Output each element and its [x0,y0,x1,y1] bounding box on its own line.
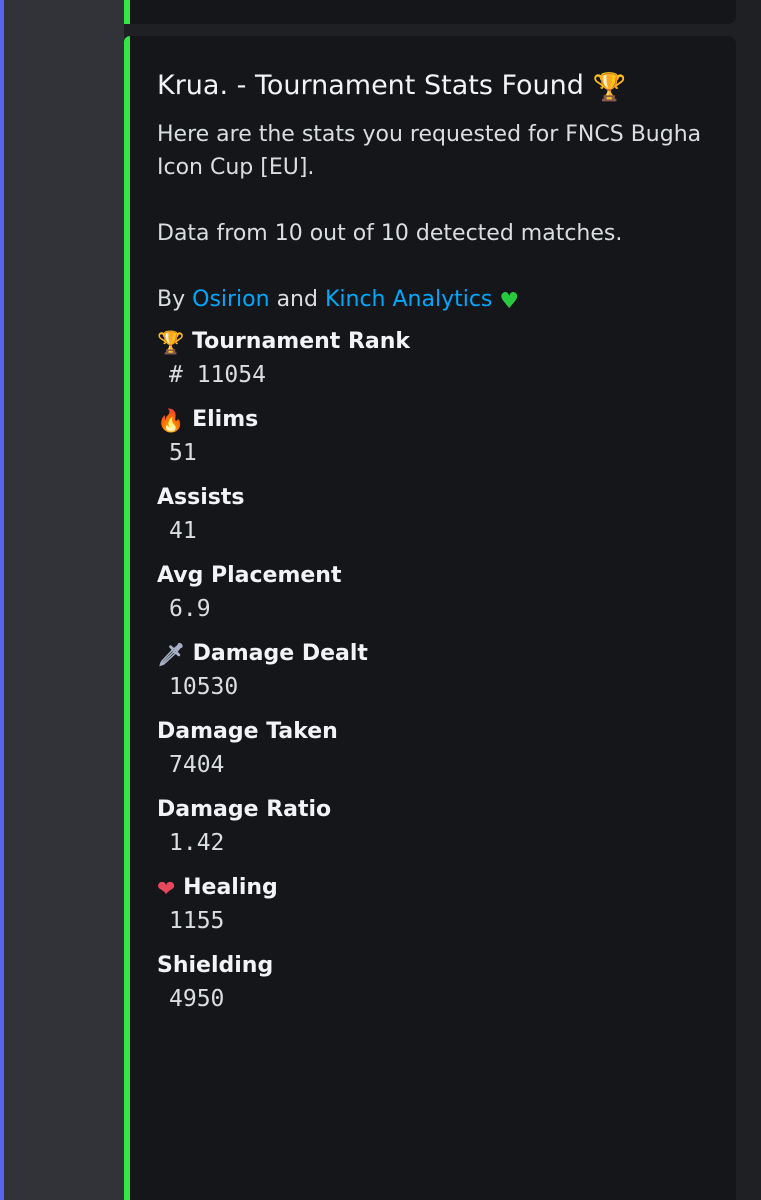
field-name: Avg Placement [157,563,342,588]
field-elims: 🔥 Elims 51 [157,404,736,470]
field-name: 🗡 Damage Dealt [157,638,736,670]
previous-embed [124,0,736,24]
field-value: 4950 [169,986,225,1012]
embed-description: Here are the stats you requested for FNC… [157,118,717,318]
embed-title: Krua. - Tournament Stats Found 🏆 [157,66,736,106]
field-name: Shielding [157,953,274,978]
description-line-2: Data from 10 out of 10 detected matches. [157,221,623,246]
credit-and: and [276,287,318,312]
trophy-icon: 🏆 [592,72,627,103]
message-gutter [4,0,124,1200]
field-name: 🏆 Tournament Rank [157,326,736,358]
field-value: 1155 [169,908,225,934]
field-healing: ❤ Healing 1155 [157,872,736,938]
field-value: 51 [169,440,197,466]
field-value: 6.9 [169,596,211,622]
field-name: Assists [157,485,245,510]
field-name: ❤ Healing [157,872,736,904]
kinch-analytics-link[interactable]: Kinch Analytics [325,287,492,312]
dagger-icon: 🗡 [157,643,185,668]
field-value: 1.42 [169,830,225,856]
stats-embed: Krua. - Tournament Stats Found 🏆 Here ar… [124,36,736,1200]
field-damage-ratio: Damage Ratio 1.42 [157,794,736,860]
credit-line: By Osirion and Kinch Analytics ♥ [157,283,717,318]
field-name: Damage Taken [157,719,338,744]
fire-icon: 🔥 [157,409,185,434]
credit-prefix: By [157,287,186,312]
green-heart-icon: ♥ [499,289,520,314]
field-damage-taken: Damage Taken 7404 [157,716,736,782]
field-tournament-rank: 🏆 Tournament Rank # 11054 [157,326,736,392]
field-damage-dealt: 🗡 Damage Dealt 10530 [157,638,736,704]
discord-message-view: Krua. - Tournament Stats Found 🏆 Here ar… [0,0,761,1200]
field-value: # 11054 [169,362,266,388]
osirion-link[interactable]: Osirion [192,287,269,312]
trophy-icon: 🏆 [157,331,185,356]
field-name: 🔥 Elims [157,404,736,436]
field-name: Damage Ratio [157,797,332,822]
field-assists: Assists 41 [157,482,736,548]
description-line-1: Here are the stats you requested for FNC… [157,122,702,180]
mending-heart-icon: ❤ [157,877,176,902]
field-value: 10530 [169,674,239,700]
field-value: 7404 [169,752,225,778]
field-shielding: Shielding 4950 [157,950,736,1016]
embed-fields: 🏆 Tournament Rank # 11054 🔥 Elims 51 Ass… [157,326,736,1016]
field-value: 41 [169,518,197,544]
embed-title-text: Krua. - Tournament Stats Found [157,70,584,101]
field-avg-placement: Avg Placement 6.9 [157,560,736,626]
